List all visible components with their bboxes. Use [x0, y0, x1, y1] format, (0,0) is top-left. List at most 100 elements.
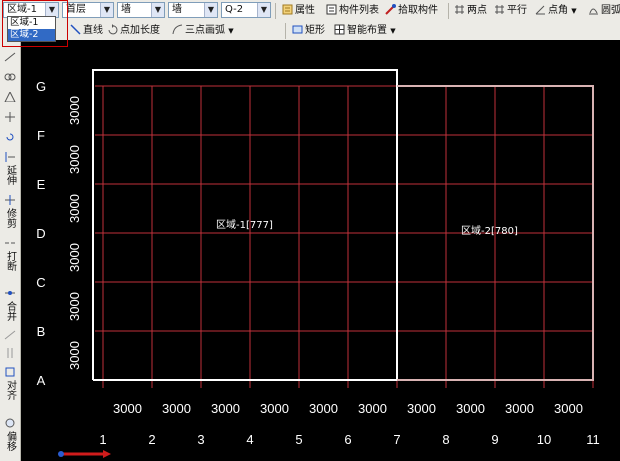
smart-layout-button[interactable]: 智能布置 ▼ — [334, 23, 396, 39]
region-2-label: 区域-2[780] — [461, 224, 518, 237]
break-icon — [5, 242, 15, 244]
column-axis-label: 5 — [295, 432, 302, 447]
properties-button[interactable]: 属性 — [282, 3, 315, 19]
rectangle-button[interactable]: 矩形 — [292, 23, 325, 39]
list-icon — [326, 4, 337, 15]
draw-toolbar: 直线 点加长度 三点画弧 ▼ 矩形 智能布置 ▼ — [0, 22, 620, 41]
chevron-down-icon[interactable]: ▼ — [571, 7, 576, 15]
component-list-button[interactable]: 构件列表 — [326, 3, 379, 19]
column-spacing-label: 3000 — [505, 401, 534, 416]
row-axis-label: E — [37, 177, 46, 192]
component-select[interactable]: Q-2 ▼ — [221, 2, 271, 18]
separator — [285, 23, 286, 39]
point-add-length-button[interactable]: 点加长度 — [107, 23, 160, 39]
chevron-down-icon[interactable]: ▼ — [100, 3, 113, 17]
chevron-down-icon[interactable]: ▼ — [390, 27, 395, 35]
extend-button[interactable]: 延伸 — [2, 152, 18, 185]
trim-icon — [5, 195, 15, 205]
break-label: 打断 — [4, 251, 16, 271]
two-points-button[interactable]: 两点 — [454, 3, 487, 19]
grid-icon[interactable] — [2, 348, 18, 361]
x-axis-arrow-icon — [103, 450, 111, 458]
rotate-icon[interactable] — [2, 132, 18, 145]
picker-icon — [385, 4, 396, 15]
column-spacing-label: 3000 — [456, 401, 485, 416]
main-toolbar: 区域-1 ▼ 首层 ▼ 墙 ▼ 墙 ▼ Q-2 ▼ 属性 构件列表 拾取构件 两… — [0, 0, 620, 23]
extend-label: 延伸 — [4, 165, 16, 185]
region-option-2[interactable]: 区域-2 — [8, 29, 55, 41]
arc-button[interactable]: 圆弧 — [588, 3, 620, 19]
pen-icon[interactable] — [2, 52, 18, 65]
column-axis-label: 11 — [586, 432, 600, 447]
split-icon[interactable] — [2, 330, 18, 343]
chevron-down-icon[interactable]: ▼ — [45, 3, 58, 17]
row-axis-label: F — [37, 128, 45, 143]
offset-label: 偏移 — [4, 431, 16, 451]
offset-icon — [5, 418, 15, 428]
parallel-icon — [494, 4, 505, 15]
chevron-down-icon[interactable]: ▼ — [228, 27, 233, 35]
three-point-arc-button[interactable]: 三点画弧 ▼ — [172, 23, 234, 39]
mirror-icon[interactable] — [2, 90, 18, 105]
column-spacing-label: 3000 — [358, 401, 387, 416]
region-1-label: 区域-1[777] — [216, 218, 273, 231]
copy-icon[interactable] — [2, 72, 18, 85]
line-button[interactable]: 直线 — [70, 23, 103, 39]
two-points-icon — [454, 4, 465, 15]
subtype-select[interactable]: 墙 ▼ — [168, 2, 218, 18]
pick-component-button[interactable]: 拾取构件 — [385, 3, 438, 19]
align-icon — [5, 367, 15, 377]
region-option-1[interactable]: 区域-1 — [8, 17, 55, 29]
offset-button[interactable]: 偏移 — [2, 418, 18, 451]
parallel-button[interactable]: 平行 — [494, 3, 527, 19]
type-select[interactable]: 墙 ▼ — [117, 2, 165, 18]
break-button[interactable]: 打断 — [2, 238, 18, 271]
merge-button[interactable]: 合并 — [2, 288, 18, 321]
two-points-label: 两点 — [467, 5, 487, 16]
chevron-down-icon[interactable]: ▼ — [151, 3, 164, 17]
row-axis-label: D — [36, 226, 45, 241]
column-axis-label: 9 — [491, 432, 498, 447]
column-spacing-label: 3000 — [260, 401, 289, 416]
column-axis-label: 7 — [393, 432, 400, 447]
column-axis-label: 8 — [442, 432, 449, 447]
row-spacing-label: 3000 — [67, 243, 82, 272]
point-angle-icon — [535, 4, 546, 15]
column-spacing-label: 3000 — [554, 401, 583, 416]
properties-label: 属性 — [295, 5, 315, 16]
row-spacing-label: 3000 — [67, 341, 82, 370]
separator — [275, 3, 276, 19]
type-select-value: 墙 — [121, 4, 131, 15]
chevron-down-icon[interactable]: ▼ — [204, 3, 217, 17]
region-select-value: 区域-1 — [7, 4, 37, 15]
extend-icon — [5, 152, 15, 162]
origin-indicator-icon — [58, 451, 64, 457]
row-spacing-label: 3000 — [67, 145, 82, 174]
grid-drawing[interactable]: G F E D C B A 3000 3000 3000 3000 3000 3000 3000 3000 3… — [21, 40, 620, 461]
subtype-select-value: 墙 — [172, 4, 182, 15]
column-axis-label: 2 — [148, 432, 155, 447]
row-spacing-label: 3000 — [67, 194, 82, 223]
edit-toolbar: 延伸 修剪 打断 合并 对齐 偏移 — [0, 40, 21, 461]
chevron-down-icon[interactable]: ▼ — [257, 3, 270, 17]
column-axis-label: 6 — [344, 432, 351, 447]
merge-label: 合并 — [4, 301, 16, 321]
point-angle-button[interactable]: 点角 ▼ — [535, 3, 577, 19]
trim-button[interactable]: 修剪 — [2, 195, 18, 228]
merge-icon — [5, 291, 15, 295]
column-spacing-label: 3000 — [309, 401, 338, 416]
move-icon[interactable] — [2, 112, 18, 125]
column-spacing-label: 3000 — [407, 401, 436, 416]
parallel-label: 平行 — [507, 5, 527, 16]
arc-icon — [172, 24, 183, 35]
three-point-arc-label: 三点画弧 — [185, 25, 225, 36]
column-axis-label: 10 — [537, 432, 551, 447]
column-axis-label: 1 — [99, 432, 106, 447]
component-select-value: Q-2 — [225, 4, 244, 15]
region-dropdown-list[interactable]: 区域-1 区域-2 — [7, 16, 56, 42]
align-button[interactable]: 对齐 — [2, 367, 18, 400]
drawing-canvas[interactable]: G F E D C B A 3000 3000 3000 3000 3000 3000 3000 3000 3… — [21, 40, 620, 461]
floor-select[interactable]: 首层 ▼ — [62, 2, 114, 18]
row-spacing-label: 3000 — [67, 292, 82, 321]
floor-select-value: 首层 — [66, 4, 86, 15]
